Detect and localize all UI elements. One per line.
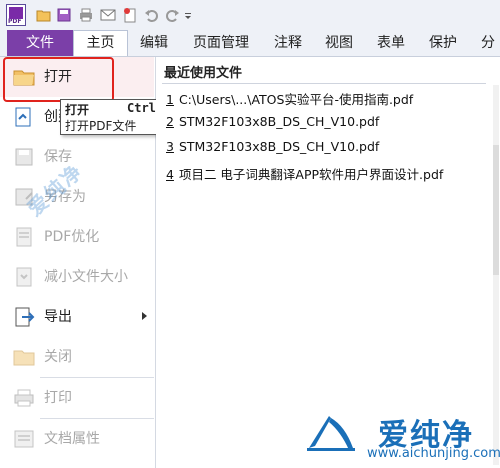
tab-share[interactable]: 分享 [481,30,500,77]
reduce-size-icon [16,267,32,287]
recent-files-panel: 最近使用文件 1 C:\Users\...\ATOS实验平台-使用指南.pdf 2… [156,57,500,468]
save-icon[interactable] [56,7,72,23]
save-icon [15,148,33,166]
watermark-url: www.aichunjing.com [367,446,500,461]
menu-item-close[interactable]: 关闭 [0,337,154,377]
tab-view[interactable]: 视图 [325,30,353,56]
menu-item-label: 关闭 [44,349,72,365]
tab-protect[interactable]: 保护 [429,30,457,56]
open-highlight-box [3,57,114,102]
doc-properties-icon [14,430,34,448]
submenu-arrow-icon [142,312,147,320]
recent-divider [162,83,486,84]
menu-item-label: 打印 [44,390,72,406]
open-folder-icon[interactable] [36,7,52,23]
watermark-logo-icon [307,416,355,451]
menu-item-print[interactable]: 打印 [0,378,154,418]
menu-item-label: 文档属性 [44,431,100,447]
tab-form[interactable]: 表单 [377,30,405,56]
recent-file-item[interactable]: 3 STM32F103x8B_DS_CH_V10.pdf [166,139,379,154]
pdf-optimize-icon [16,227,32,247]
redo-icon[interactable] [164,7,180,23]
menu-item-label: 导出 [44,309,72,325]
new-doc-icon[interactable] [122,7,138,23]
quick-access-toolbar: PDF [0,0,500,30]
print-icon[interactable] [78,7,94,23]
recent-file-item[interactable]: 4 项目二 电子词典翻译APP软件用户界面设计.pdf [166,164,443,183]
close-folder-icon [13,350,35,366]
ribbon-tab-bar: 文件 主页 编辑 页面管理 注释 视图 表单 保护 分享 [0,30,500,77]
tab-home[interactable]: 主页 [73,30,128,56]
email-icon[interactable] [100,7,116,23]
recent-file-item[interactable]: 1 C:\Users\...\ATOS实验平台-使用指南.pdf [166,89,413,108]
tooltip-title: 打开 [65,103,90,117]
tab-edit[interactable]: 编辑 [140,30,168,56]
menu-item-label: 减小文件大小 [44,269,128,285]
menu-item-reduce-size[interactable]: 减小文件大小 [0,257,154,297]
menu-item-export[interactable]: 导出 [0,297,154,337]
menu-item-doc-properties[interactable]: 文档属性 [0,419,154,459]
tab-file[interactable]: 文件 [7,30,73,56]
export-icon [15,307,35,327]
menu-item-pdf-optimize[interactable]: PDF优化 [0,217,154,257]
tab-page-manage[interactable]: 页面管理 [193,30,249,56]
customize-arrow-icon[interactable] [184,7,192,23]
menu-item-label: PDF优化 [44,229,100,245]
recent-scrollbar[interactable] [493,85,499,465]
recent-files-title: 最近使用文件 [164,66,243,81]
recent-file-item[interactable]: 2 STM32F103x8B_DS_CH_V10.pdf [166,114,379,129]
tab-annotate[interactable]: 注释 [274,30,302,56]
undo-icon[interactable] [144,7,160,23]
app-logo-icon[interactable]: PDF [6,4,26,26]
print-icon [14,389,34,407]
scrollbar-thumb[interactable] [493,145,499,275]
create-pdf-icon [15,107,31,127]
